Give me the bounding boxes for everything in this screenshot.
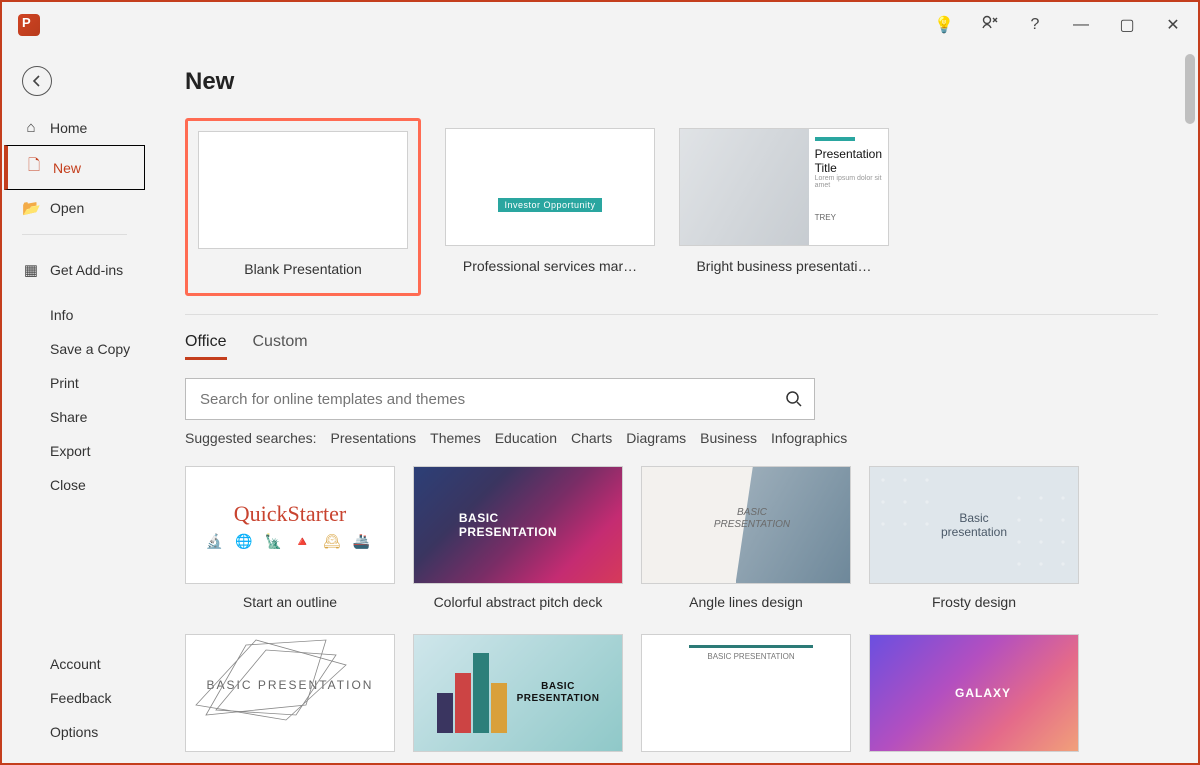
sidebar-item-getaddins[interactable]: ▦ Get Add-ins	[2, 252, 147, 288]
close-window-icon[interactable]: ✕	[1164, 15, 1182, 35]
page-title: New	[185, 68, 1198, 96]
minimize-icon[interactable]: —	[1072, 16, 1090, 34]
suggested-label: Suggested searches:	[185, 430, 317, 446]
sidebar-item-close[interactable]: Close	[2, 468, 147, 502]
sidebar-item-label: Info	[50, 307, 73, 323]
search-button[interactable]	[781, 386, 807, 412]
sidebar-item-label: Get Add-ins	[50, 262, 123, 278]
new-icon: 🗋	[25, 155, 43, 180]
suggested-link[interactable]: Themes	[430, 430, 481, 446]
template-thumb: Basicpresentation	[869, 466, 1079, 584]
sidebar-item-home[interactable]: ⌂ Home	[2, 110, 147, 145]
sidebar-item-export[interactable]: Export	[2, 434, 147, 468]
sidebar-item-share[interactable]: Share	[2, 400, 147, 434]
template-thumb: BASIC PRESENTATION	[641, 634, 851, 752]
template-architecture[interactable]: BASICPRESENTATION Architecture pitch dec…	[413, 634, 623, 763]
suggested-link[interactable]: Charts	[571, 430, 612, 446]
sidebar-item-label: Options	[50, 724, 98, 740]
suggested-link[interactable]: Infographics	[771, 430, 847, 446]
template-bright[interactable]: Presentation Title Lorem ipsum dolor sit…	[679, 128, 889, 274]
template-quickstarter[interactable]: QuickStarter 🔬 🌐 🗽 🔺 🕰 🚢 Start an outlin…	[185, 466, 395, 610]
suggested-searches: Suggested searches: Presentations Themes…	[185, 430, 1198, 446]
titlebar: 💡 ? — ▢ ✕	[2, 2, 1198, 48]
suggested-link[interactable]: Presentations	[331, 430, 417, 446]
template-thumb: BASIC PRESENTATION	[185, 634, 395, 752]
sidebar-item-label: Print	[50, 375, 79, 391]
addins-icon: ▦	[22, 261, 40, 279]
sidebar-item-label: Export	[50, 443, 90, 459]
sidebar-item-label: Home	[50, 120, 87, 136]
highlight-blank: Blank Presentation	[185, 118, 421, 296]
app-window: 💡 ? — ▢ ✕ ⌂ Home 🗋 New 📂 Op	[0, 0, 1200, 765]
sidebar-item-label: Share	[50, 409, 87, 425]
suggested-link[interactable]: Diagrams	[626, 430, 686, 446]
sidebar-item-label: Open	[50, 200, 84, 216]
coming-soon-icon[interactable]	[980, 13, 998, 38]
template-caption: Bright business presentati…	[696, 258, 871, 274]
template-caption: Frosty design	[869, 594, 1079, 610]
template-angle[interactable]: BASICPRESENTATION Angle lines design	[641, 466, 851, 610]
sidebar-item-label: Account	[50, 656, 101, 672]
tab-office[interactable]: Office	[185, 333, 227, 360]
scrollbar-thumb[interactable]	[1185, 54, 1195, 124]
back-button[interactable]	[22, 66, 52, 96]
template-blank[interactable]: Blank Presentation	[198, 131, 408, 277]
suggested-link[interactable]: Business	[700, 430, 757, 446]
template-caption: Minimalist presentation	[185, 762, 395, 763]
search-input[interactable]	[185, 378, 815, 420]
template-minimalist[interactable]: BASIC PRESENTATION Minimalist presentati…	[185, 634, 395, 763]
sidebar-item-savecopy[interactable]: Save a Copy	[2, 332, 147, 366]
suggested-link[interactable]: Education	[495, 430, 557, 446]
search-icon	[785, 390, 803, 408]
template-galaxy[interactable]: GALAXY Galaxy presentation	[869, 634, 1079, 763]
template-caption: Architecture pitch deck	[413, 762, 623, 763]
sidebar-item-label: New	[53, 160, 81, 176]
content: New Blank Presentation GENERAL SERVICES …	[147, 48, 1198, 763]
template-thumb: Presentation Title Lorem ipsum dolor sit…	[679, 128, 889, 246]
template-frosty[interactable]: Basicpresentation Frosty design	[869, 466, 1079, 610]
sidebar-item-feedback[interactable]: Feedback	[2, 681, 147, 715]
template-thumb: BASICPRESENTATION	[641, 466, 851, 584]
template-caption: Dividend design	[641, 762, 851, 763]
sidebar-item-label: Save a Copy	[50, 341, 130, 357]
sidebar-item-print[interactable]: Print	[2, 366, 147, 400]
sidebar-item-label: Close	[50, 477, 86, 493]
template-thumb: BASICPRESENTATION	[413, 634, 623, 752]
tab-custom[interactable]: Custom	[253, 333, 308, 360]
maximize-icon[interactable]: ▢	[1118, 15, 1136, 35]
template-caption: Galaxy presentation	[869, 762, 1079, 763]
help-icon[interactable]: ?	[1026, 16, 1044, 34]
template-thumb: QuickStarter 🔬 🌐 🗽 🔺 🕰 🚢	[185, 466, 395, 584]
template-caption: Blank Presentation	[244, 261, 362, 277]
template-caption: Professional services mar…	[463, 258, 637, 274]
template-dividend[interactable]: BASIC PRESENTATION Dividend design	[641, 634, 851, 763]
lightbulb-icon[interactable]: 💡	[934, 15, 952, 35]
template-professional[interactable]: GENERAL SERVICES MARKETING PLAN Investor…	[445, 128, 655, 274]
template-colorful[interactable]: BASICPRESENTATION Colorful abstract pitc…	[413, 466, 623, 610]
scrollbar[interactable]	[1180, 48, 1198, 763]
sidebar-item-options[interactable]: Options	[2, 715, 147, 749]
open-icon: 📂	[22, 199, 40, 217]
home-icon: ⌂	[22, 119, 40, 136]
powerpoint-icon	[18, 14, 40, 36]
template-caption: Colorful abstract pitch deck	[413, 594, 623, 610]
sidebar-item-label: Feedback	[50, 690, 111, 706]
sidebar-item-open[interactable]: 📂 Open	[2, 190, 147, 226]
sidebar: ⌂ Home 🗋 New 📂 Open ▦ Get Add-ins Info	[2, 48, 147, 763]
template-caption: Start an outline	[185, 594, 395, 610]
template-caption: Angle lines design	[641, 594, 851, 610]
template-thumb: BASICPRESENTATION	[413, 466, 623, 584]
template-thumb	[198, 131, 408, 249]
sidebar-item-info[interactable]: Info	[2, 298, 147, 332]
sidebar-item-account[interactable]: Account	[2, 647, 147, 681]
template-thumb: GENERAL SERVICES MARKETING PLAN Investor…	[445, 128, 655, 246]
sidebar-item-new[interactable]: 🗋 New	[4, 145, 145, 190]
template-thumb: GALAXY	[869, 634, 1079, 752]
